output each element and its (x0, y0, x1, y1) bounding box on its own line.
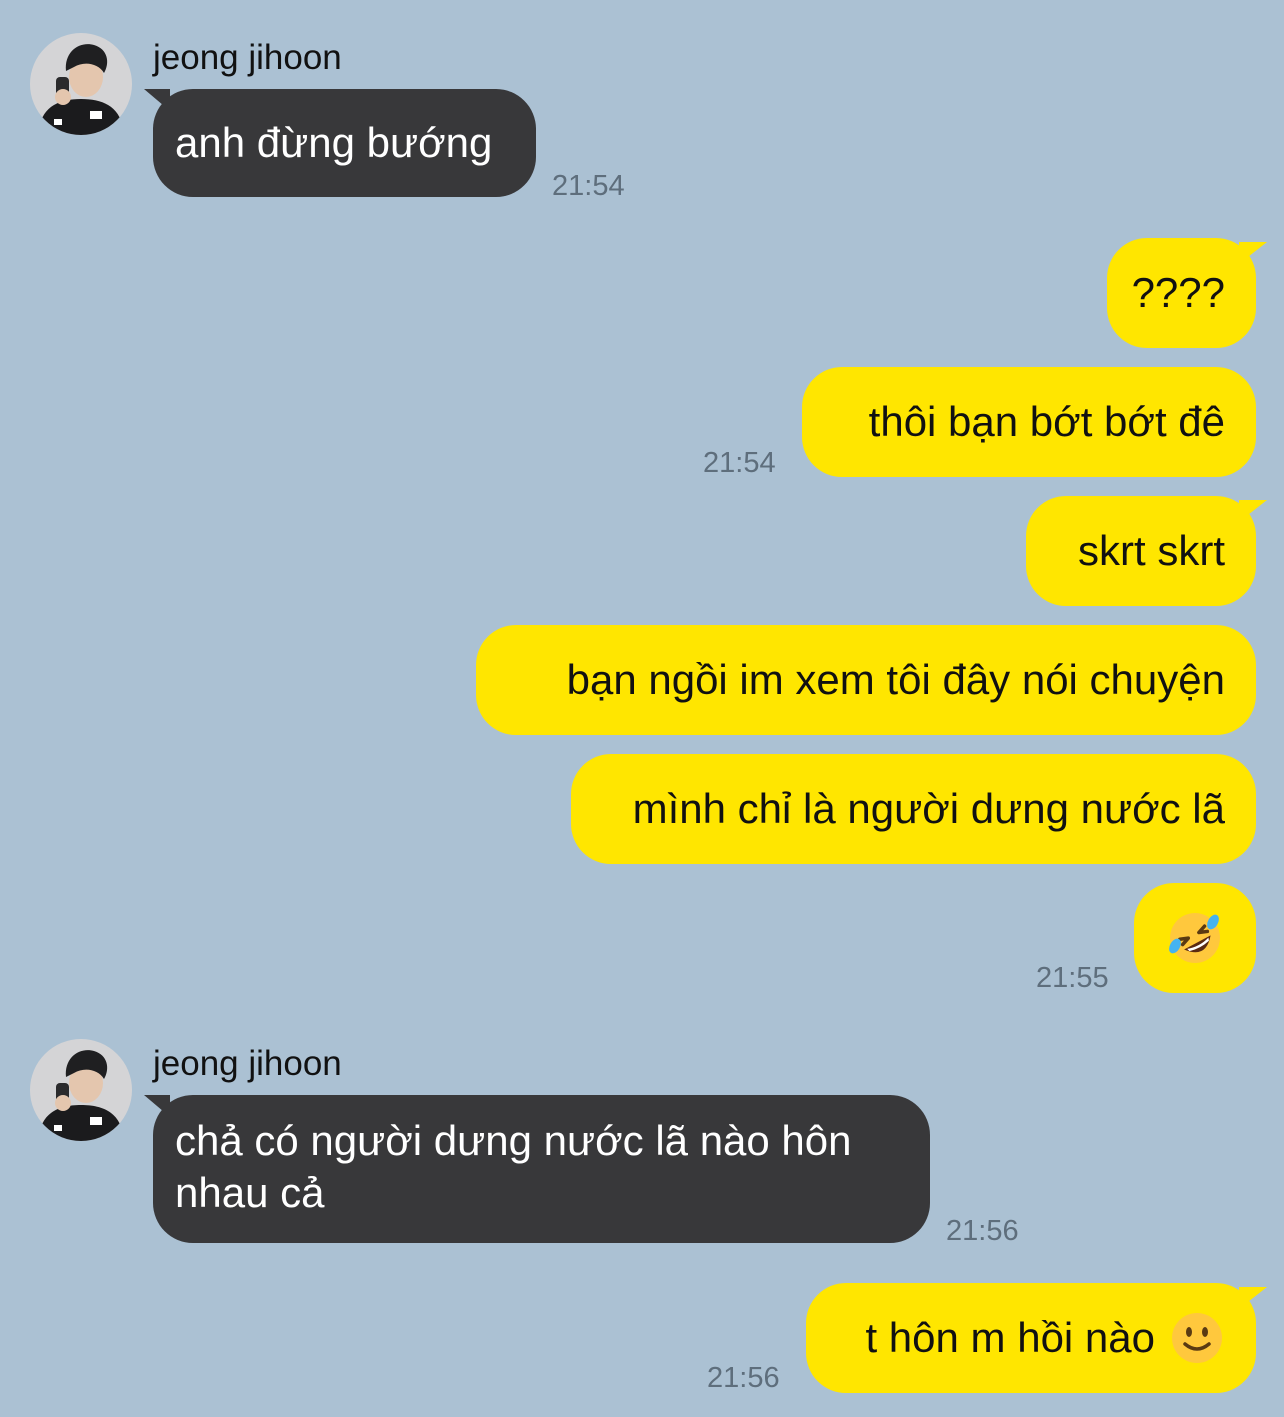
message-text: bạn ngồi im xem tôi đây nói chuyện (566, 656, 1225, 703)
message-timestamp: 21:56 (946, 1215, 1019, 1247)
message-bubble-outgoing[interactable]: bạn ngồi im xem tôi đây nói chuyện (476, 625, 1256, 735)
message-timestamp: 21:54 (703, 447, 776, 479)
bubble-tail (144, 89, 170, 111)
message-timestamp: 21:54 (552, 170, 625, 202)
message-bubble-outgoing[interactable]: t hôn m hồi nào (806, 1283, 1267, 1393)
bubble-tail (144, 1095, 170, 1117)
message-text: skrt skrt (1078, 527, 1225, 574)
message-text: ???? (1131, 269, 1225, 316)
message-text: mình chỉ là người dưng nước lã (632, 785, 1225, 832)
bubble-tail (1239, 242, 1267, 264)
slightly-smiling-face-emoji (1169, 1310, 1225, 1366)
message-bubble-outgoing[interactable] (1134, 883, 1256, 993)
message-bubble-incoming[interactable]: chả có người dưng nước lã nào hôn nhau c… (144, 1095, 930, 1243)
contact-avatar[interactable] (30, 1039, 132, 1141)
message-bubble-outgoing[interactable]: ???? (1107, 238, 1267, 348)
message-bubble-outgoing[interactable]: thôi bạn bớt bớt đê (802, 367, 1256, 477)
bubble-tail (1239, 500, 1267, 522)
message-text: thôi bạn bớt bớt đê (868, 398, 1225, 445)
bubble-tail (1239, 1287, 1267, 1309)
message-text: anh đừng bướng (175, 119, 493, 166)
message-text: chả có người dưng nước lã nào hôn nhau c… (175, 1117, 852, 1216)
rolling-on-floor-laughing-emoji (1167, 910, 1223, 966)
sender-name: jeong jihoon (153, 38, 342, 77)
message-timestamp: 21:56 (707, 1362, 780, 1394)
message-bubble-outgoing[interactable]: skrt skrt (1026, 496, 1267, 606)
sender-name: jeong jihoon (153, 1044, 342, 1083)
message-bubble-incoming[interactable]: anh đừng bướng (144, 89, 536, 197)
message-text: t hôn m hồi nào (865, 1314, 1155, 1361)
message-timestamp: 21:55 (1036, 962, 1109, 994)
message-bubble-outgoing[interactable]: mình chỉ là người dưng nước lã (571, 754, 1256, 864)
contact-avatar[interactable] (30, 33, 132, 135)
